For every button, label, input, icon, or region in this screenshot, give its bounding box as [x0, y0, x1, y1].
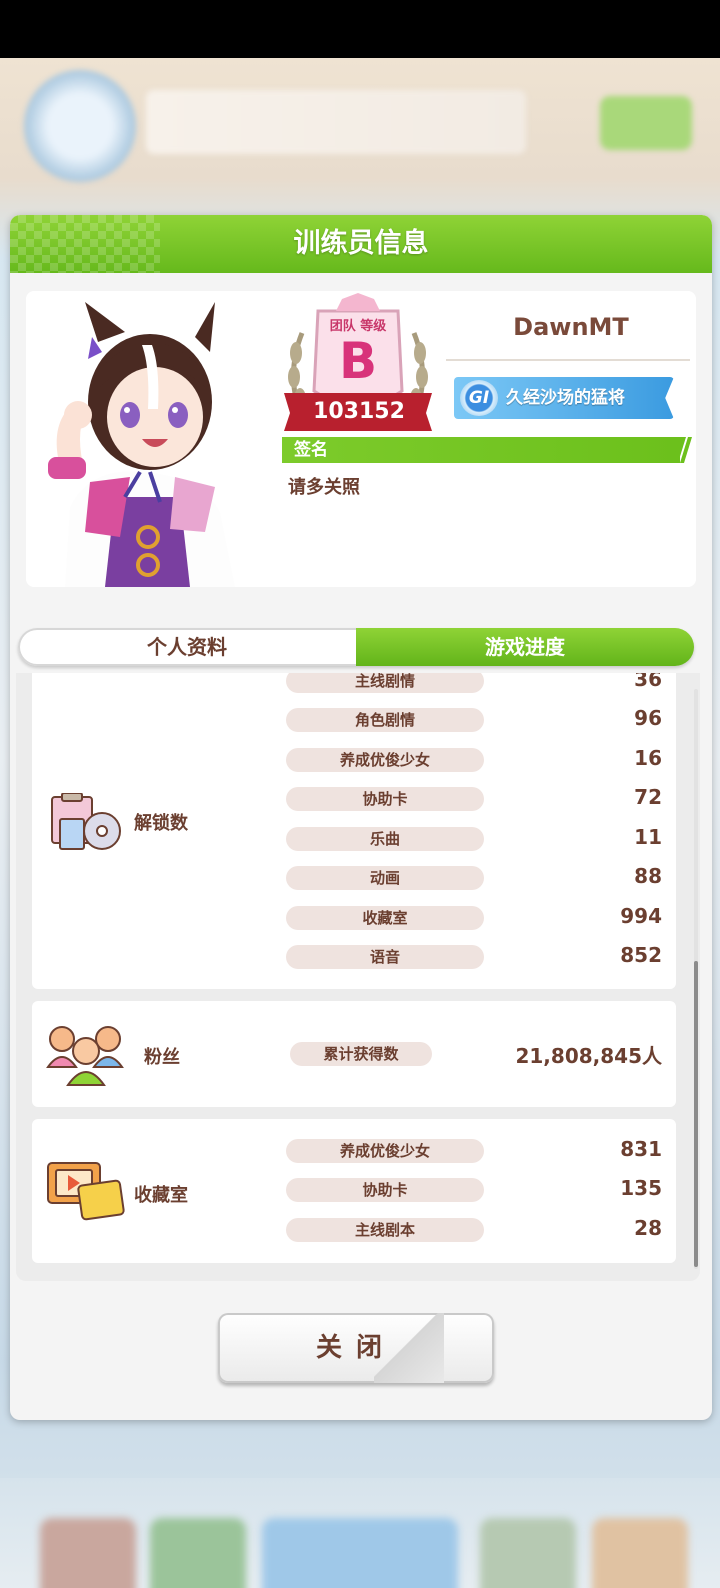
unlock-row-value: 96: [634, 706, 662, 730]
unlock-row-name: 养成优俊少女: [286, 748, 484, 772]
info-tabs: 个人资料 游戏进度: [18, 628, 694, 666]
collection-row-value: 831: [620, 1137, 662, 1161]
close-button-label: 关闭: [315, 1333, 396, 1363]
background-nav-tile: [592, 1518, 688, 1588]
unlock-row-value: 11: [634, 825, 662, 849]
collection-row-name: 协助卡: [286, 1178, 484, 1202]
unlock-row-value: 852: [620, 943, 662, 967]
collection-row-value: 135: [620, 1176, 662, 1200]
fans-section: 粉丝 累计获得数 21,808,845人: [32, 1001, 676, 1107]
signature-label: 签名: [294, 440, 328, 460]
unlock-row-value: 994: [620, 904, 662, 928]
background-nav-tile: [262, 1518, 458, 1588]
unlock-row-name: 主线剧情: [286, 673, 484, 693]
unlock-row-name: 收藏室: [286, 906, 484, 930]
background-nav-tile: [150, 1518, 246, 1588]
background-club-badge: [24, 70, 136, 182]
tab-personal-profile[interactable]: 个人资料: [18, 628, 356, 666]
unlock-row-name: 角色剧情: [286, 708, 484, 732]
background-nav-tile: [480, 1518, 576, 1588]
unlock-row-name: 语音: [286, 945, 484, 969]
collection-label: 收藏室: [134, 1185, 188, 1206]
name-divider: [446, 359, 690, 361]
unlock-row-value: 36: [634, 673, 662, 691]
team-score: 103152: [313, 399, 405, 424]
collection-icon: [47, 1162, 125, 1221]
unlock-row-value: 72: [634, 785, 662, 809]
tab-game-progress[interactable]: 游戏进度: [356, 628, 694, 666]
unlock-row-value: 88: [634, 864, 662, 888]
unlock-row-value: 16: [634, 746, 662, 770]
fans-label: 粉丝: [144, 1047, 180, 1068]
background-club-panel: [146, 90, 526, 154]
background-menu-button: [600, 96, 692, 150]
unlocks-label: 解锁数: [134, 813, 188, 834]
trainer-info-dialog: 训练员信息 团队 等级 B 103152 DawnMT GI 久经沙场的猛将 签…: [10, 215, 712, 1420]
unlocks-icon: [51, 793, 121, 850]
team-rank-letter: B: [338, 332, 378, 390]
progress-list[interactable]: 解锁数 主线剧情 36 角色剧情 96 养成优俊少女 16 协助卡 72 乐曲 …: [16, 673, 700, 1281]
unlock-row-name: 乐曲: [286, 827, 484, 851]
fans-icon: [46, 1026, 124, 1086]
collection-row-value: 28: [634, 1216, 662, 1240]
unlock-row-name: 动画: [286, 866, 484, 890]
unlock-row-name: 协助卡: [286, 787, 484, 811]
unlocks-section: 解锁数 主线剧情 36 角色剧情 96 养成优俊少女 16 协助卡 72 乐曲 …: [32, 673, 676, 989]
trainer-title: 久经沙场的猛将: [506, 388, 625, 408]
close-button[interactable]: 关闭: [218, 1313, 494, 1383]
collection-section: 收藏室 养成优俊少女 831 协助卡 135 主线剧本 28: [32, 1119, 676, 1263]
collection-row-name: 主线剧本: [286, 1218, 484, 1242]
scrollbar-thumb[interactable]: [694, 961, 698, 1267]
signature-text: 请多关照: [288, 477, 360, 498]
trainer-name: DawnMT: [513, 313, 629, 341]
gi-grade-icon: GI: [460, 380, 498, 416]
profile-card: 团队 等级 B 103152 DawnMT GI 久经沙场的猛将 签名 请多关照: [26, 291, 696, 587]
fans-row-value: 21,808,845人: [515, 1044, 662, 1068]
signature-header-bar: [282, 437, 692, 463]
trainer-avatar[interactable]: [30, 297, 280, 587]
fans-row-name: 累计获得数: [290, 1042, 432, 1066]
background-nav-tile: [40, 1518, 136, 1588]
dialog-title: 训练员信息: [293, 228, 429, 259]
collection-row-name: 养成优俊少女: [286, 1139, 484, 1163]
